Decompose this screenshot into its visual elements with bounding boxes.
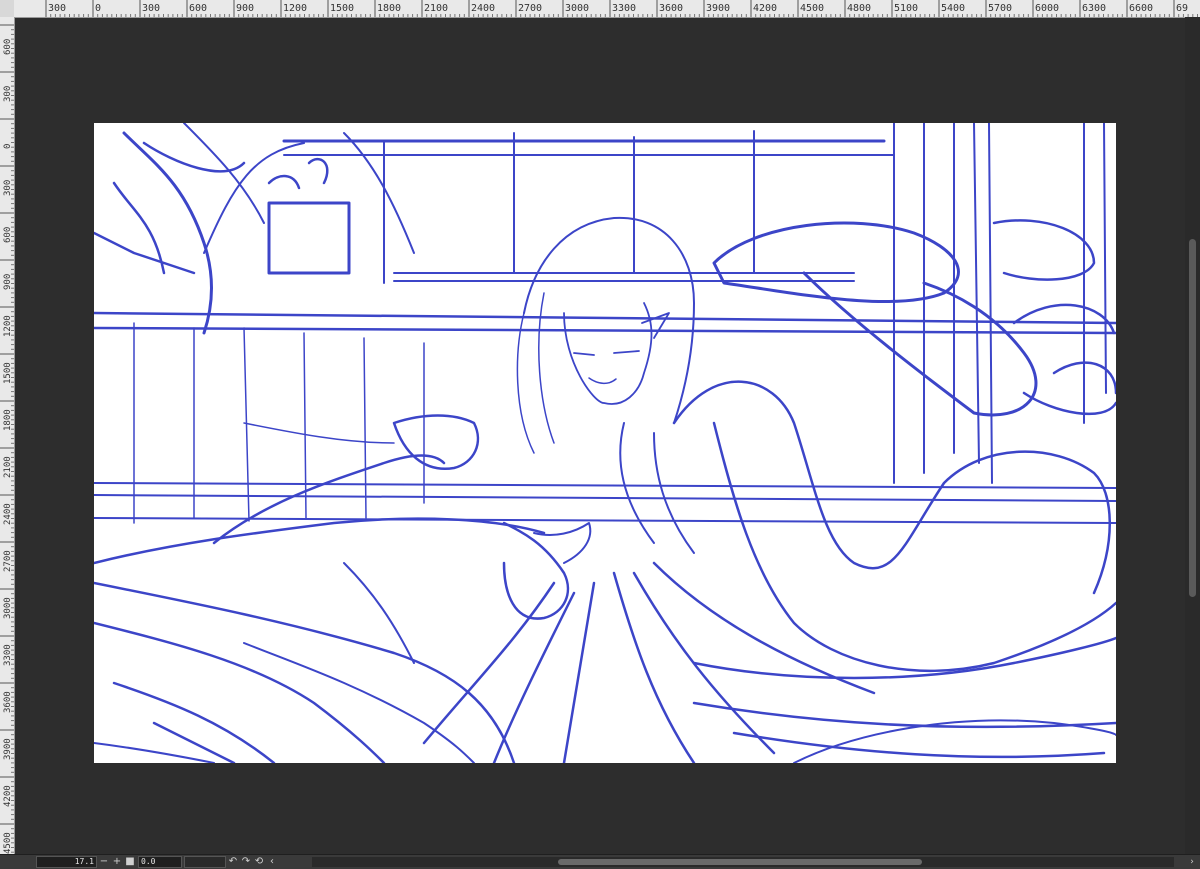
ruler-top-label: 6300 bbox=[1082, 3, 1106, 14]
ruler-top-label: 2100 bbox=[424, 3, 448, 14]
ruler-top-label: 6600 bbox=[1129, 3, 1153, 14]
vertical-scrollbar[interactable] bbox=[1185, 17, 1200, 855]
ruler-top-label: 69 bbox=[1176, 3, 1188, 14]
vertical-ruler[interactable]: 600 300 0 300 600 900 1200 1500 1800 2100 2400 2700… bbox=[0, 17, 15, 855]
reset-rotation-icon[interactable]: ⟲ bbox=[253, 856, 265, 868]
ruler-left-label: 1800 bbox=[3, 409, 13, 431]
ruler-top-label: 3300 bbox=[612, 3, 636, 14]
ruler-left-label: 4200 bbox=[3, 785, 13, 807]
chevron-right-icon[interactable]: › bbox=[1186, 855, 1198, 869]
ruler-top-label: 1500 bbox=[330, 3, 354, 14]
ruler-left-label: 600 bbox=[3, 227, 13, 243]
ruler-left-label: 0 bbox=[3, 144, 13, 149]
zoom-in-button[interactable]: + bbox=[111, 856, 123, 868]
horizontal-scrollbar[interactable] bbox=[312, 857, 1174, 867]
drawing-canvas[interactable] bbox=[94, 123, 1116, 763]
square-icon[interactable]: ■ bbox=[124, 856, 136, 868]
ruler-left-label: 300 bbox=[3, 180, 13, 196]
ruler-left-label: 3300 bbox=[3, 644, 13, 666]
horizontal-scrollbar-thumb[interactable] bbox=[558, 859, 922, 865]
ruler-top-label: 5100 bbox=[894, 3, 918, 14]
ruler-left-label: 2400 bbox=[3, 503, 13, 525]
ruler-top-label: 5400 bbox=[941, 3, 965, 14]
ruler-top-label: 3000 bbox=[565, 3, 589, 14]
rotate-right-icon[interactable]: ↷ bbox=[240, 856, 252, 868]
ruler-left-label: 1200 bbox=[3, 315, 13, 337]
ruler-left-label: 300 bbox=[3, 86, 13, 102]
ruler-top-label: 1200 bbox=[283, 3, 307, 14]
sketch-artwork bbox=[94, 123, 1116, 763]
horizontal-ruler[interactable]: 300 0 300 600 900 1200 1500 1800 2100 2400 2700 300… bbox=[14, 0, 1200, 18]
ruler-top-label: 1800 bbox=[377, 3, 401, 14]
ruler-top-label: 3600 bbox=[659, 3, 683, 14]
ruler-left-label: 2100 bbox=[3, 456, 13, 478]
ruler-left-label: 600 bbox=[3, 39, 13, 55]
drawing-app-window: 300 0 300 600 900 1200 1500 1800 2100 2400 2700 300… bbox=[0, 0, 1200, 869]
rotation-slider[interactable] bbox=[184, 856, 226, 868]
status-bar: 17.1 − + ■ 0.0 ↶ ↷ ⟲ ‹ › bbox=[0, 854, 1200, 869]
ruler-top-label: 2700 bbox=[518, 3, 542, 14]
ruler-left-label: 1500 bbox=[3, 362, 13, 384]
ruler-left-label: 3600 bbox=[3, 691, 13, 713]
ruler-left-label: 2700 bbox=[3, 550, 13, 572]
canvas-workspace[interactable] bbox=[15, 18, 1185, 855]
ruler-top-label: 4800 bbox=[847, 3, 871, 14]
ruler-left-label: 900 bbox=[3, 274, 13, 290]
ruler-top-label: 900 bbox=[236, 3, 254, 14]
zoom-field[interactable]: 17.1 bbox=[36, 856, 97, 868]
vertical-scrollbar-thumb[interactable] bbox=[1189, 239, 1196, 597]
ruler-top-label: 5700 bbox=[988, 3, 1012, 14]
ruler-top-label: 600 bbox=[189, 3, 207, 14]
zoom-out-button[interactable]: − bbox=[98, 856, 110, 868]
ruler-top-label: 2400 bbox=[471, 3, 495, 14]
ruler-top-label: 3900 bbox=[706, 3, 730, 14]
ruler-top-label: 4500 bbox=[800, 3, 824, 14]
ruler-top-label: 300 bbox=[142, 3, 160, 14]
ruler-top-label: 0 bbox=[95, 3, 101, 14]
ruler-left-label: 3000 bbox=[3, 597, 13, 619]
ruler-top-label: 4200 bbox=[753, 3, 777, 14]
ruler-top-label: 300 bbox=[48, 3, 66, 14]
ruler-corner bbox=[0, 0, 15, 18]
ruler-left-label: 4500 bbox=[3, 832, 13, 854]
ruler-top-label: 6000 bbox=[1035, 3, 1059, 14]
ruler-left-label: 3900 bbox=[3, 738, 13, 760]
chevron-left-icon[interactable]: ‹ bbox=[266, 856, 278, 868]
rotation-field[interactable]: 0.0 bbox=[138, 856, 182, 868]
rotate-left-icon[interactable]: ↶ bbox=[227, 856, 239, 868]
